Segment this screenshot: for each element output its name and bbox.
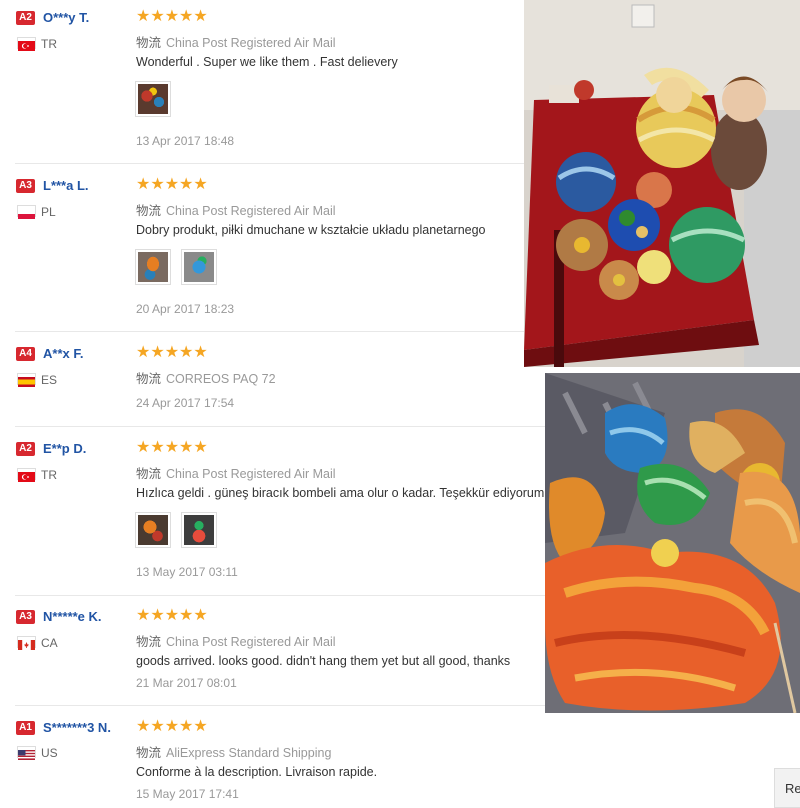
country-code: ES — [41, 373, 58, 387]
review-date: 15 May 2017 17:41 — [136, 787, 239, 801]
buyer-level-badge: A1 — [16, 721, 35, 735]
rating-stars: ★★★★★ — [136, 176, 208, 193]
review-photo-thumbnail[interactable] — [181, 512, 217, 548]
review-photo-thumbnail[interactable] — [135, 249, 171, 285]
review-date: 24 Apr 2017 17:54 — [136, 396, 235, 410]
rating-stars: ★★★★★ — [136, 718, 208, 735]
shipping-method-text: AliExpress Standard Shipping — [166, 746, 332, 760]
country-code: CA — [41, 636, 58, 650]
country-code: TR — [41, 468, 57, 482]
rating-stars: ★★★★★ — [136, 607, 208, 624]
buyer-level-badge: A4 — [16, 347, 35, 361]
feedback-text: Hızlıca geldi . güneş biracık bombeli am… — [136, 486, 545, 500]
buyer-level-badge: A3 — [16, 179, 35, 193]
country-code: US — [41, 746, 58, 760]
feedback-text: Dobry produkt, piłki dmuchane w kształci… — [136, 223, 486, 237]
shipping-method: 物流 China Post Registered Air Mail — [136, 463, 336, 482]
logistics-label: 物流 — [136, 372, 162, 386]
review-date: 20 Apr 2017 18:23 — [136, 302, 235, 316]
country-flag-tr-icon — [17, 468, 36, 482]
buyer-name[interactable]: O***y T. — [43, 10, 89, 25]
buyer-name[interactable]: N*****e K. — [43, 609, 102, 624]
country-flag-ca-icon — [17, 636, 36, 650]
shipping-method: 物流 AliExpress Standard Shipping — [136, 742, 331, 761]
review-photo-thumbnail[interactable] — [135, 512, 171, 548]
country-code: PL — [41, 205, 56, 219]
buyer-name[interactable]: A**x F. — [43, 346, 83, 361]
logistics-label: 物流 — [136, 746, 162, 760]
shipping-method-text: China Post Registered Air Mail — [166, 36, 336, 50]
shipping-method: 物流 China Post Registered Air Mail — [136, 631, 336, 650]
rating-stars: ★★★★★ — [136, 8, 208, 25]
buyer-level-badge: A3 — [16, 610, 35, 624]
enlarged-review-photo[interactable] — [524, 0, 800, 367]
country-flag-tr-icon — [17, 37, 36, 51]
country-code: TR — [41, 37, 57, 51]
rating-stars: ★★★★★ — [136, 439, 208, 456]
shipping-method-text: China Post Registered Air Mail — [166, 204, 336, 218]
rating-stars: ★★★★★ — [136, 344, 208, 361]
country-flag-pl-icon — [17, 205, 36, 219]
logistics-label: 物流 — [136, 204, 162, 218]
feedback-text: goods arrived. looks good. didn't hang t… — [136, 654, 511, 668]
review-date: 13 Apr 2017 18:48 — [136, 134, 235, 148]
partial-button[interactable]: Re — [774, 768, 800, 808]
logistics-label: 物流 — [136, 635, 162, 649]
country-flag-us-icon — [17, 746, 36, 760]
shipping-method-text: China Post Registered Air Mail — [166, 635, 336, 649]
review-photo-thumbnail[interactable] — [181, 249, 217, 285]
buyer-name[interactable]: E**p D. — [43, 441, 86, 456]
review-photo-thumbnail[interactable] — [135, 81, 171, 117]
country-flag-es-icon — [17, 373, 36, 387]
buyer-name[interactable]: L***a L. — [43, 178, 89, 193]
feedback-text: Conforme à la description. Livraison rap… — [136, 765, 378, 779]
enlarged-review-photo[interactable] — [545, 373, 800, 713]
shipping-method: 物流 China Post Registered Air Mail — [136, 32, 336, 51]
buyer-level-badge: A2 — [16, 11, 35, 25]
review-date: 21 Mar 2017 08:01 — [136, 676, 237, 690]
buyer-level-badge: A2 — [16, 442, 35, 456]
logistics-label: 物流 — [136, 467, 162, 481]
buyer-name[interactable]: S*******3 N. — [43, 720, 111, 735]
shipping-method-text: CORREOS PAQ 72 — [166, 372, 276, 386]
shipping-method-text: China Post Registered Air Mail — [166, 467, 336, 481]
review-date: 13 May 2017 03:11 — [136, 565, 238, 579]
shipping-method: 物流 CORREOS PAQ 72 — [136, 368, 276, 387]
feedback-text: Wonderful . Super we like them . Fast de… — [136, 55, 398, 69]
logistics-label: 物流 — [136, 36, 162, 50]
shipping-method: 物流 China Post Registered Air Mail — [136, 200, 336, 219]
